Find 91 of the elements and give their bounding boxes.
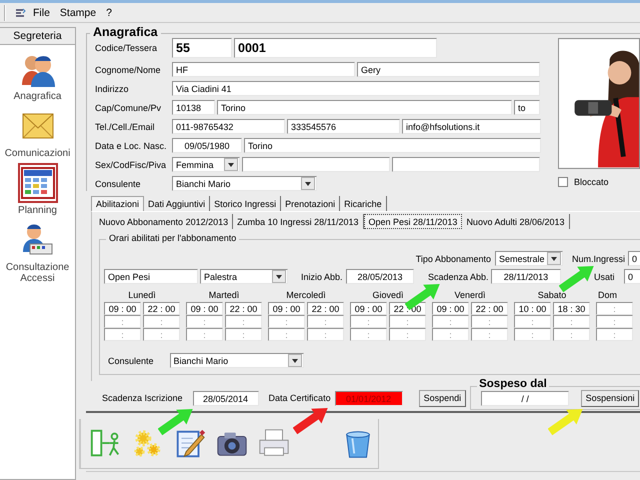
field-label: Tel./Cell./Email (95, 122, 156, 132)
input-field[interactable]: info@hfsolutions.it (402, 119, 541, 134)
field-label: Cognome/Nome (95, 64, 162, 74)
calendar-icon[interactable] (20, 165, 56, 201)
input-field[interactable]: Torino (244, 138, 541, 153)
tab[interactable]: Prenotazioni (281, 196, 340, 211)
day-label: Giovedì (372, 290, 404, 302)
dropdown-field[interactable]: Palestra (200, 269, 288, 284)
field-label: Sex/CodFisc/Piva (95, 160, 168, 170)
tab[interactable]: Storico Ingressi (210, 196, 282, 211)
day-label: Venerdì (454, 290, 486, 302)
field-label: Indirizzo (95, 84, 130, 94)
tab[interactable]: Open Pesi 28/11/2013 (364, 214, 462, 229)
sidebar-item[interactable]: Anagrafica (2, 91, 74, 102)
dropdown-field[interactable]: Femmina (172, 157, 240, 172)
caret-icon[interactable] (272, 270, 286, 283)
day-label: Dom (597, 290, 618, 302)
time-field[interactable]: 09 : 00 (186, 302, 223, 315)
field-label: Data Certificato (268, 393, 331, 403)
field-label: Data e Loc. Nasc. (95, 140, 168, 150)
suspend-button[interactable]: Sospendi (418, 390, 466, 406)
field-label: Consulente (108, 356, 154, 366)
tab[interactable]: Abilitazioni (91, 196, 144, 211)
input-field[interactable]: 09/05/1980 (172, 138, 242, 153)
field-label: Scadenza Abb. (428, 272, 486, 282)
tab[interactable]: Ricariche (340, 196, 387, 211)
input-field[interactable] (392, 157, 540, 172)
input-field[interactable]: 10138 (172, 100, 215, 115)
time-field[interactable]: 18 : 30 (553, 302, 590, 315)
field-label: Tipo Abbonamento (414, 254, 491, 264)
time-field[interactable]: 09 : 00 (350, 302, 387, 315)
suspensions-button[interactable]: Sospensioni (581, 390, 640, 406)
input-field[interactable]: to (514, 100, 540, 115)
time-field[interactable]: 10 : 00 (514, 302, 551, 315)
dropdown-field[interactable]: Bianchi Mario (172, 176, 317, 191)
input-field[interactable]: 0 (624, 269, 640, 284)
input-field[interactable]: 0 (628, 251, 640, 266)
field-label: Codice/Tessera (95, 43, 158, 53)
day-label: Martedì (208, 290, 240, 302)
input-field[interactable]: Via Ciadini 41 (172, 81, 540, 96)
time-field[interactable]: 22 : 00 (143, 302, 180, 315)
day-label: Sabato (538, 290, 566, 302)
sidebar-item[interactable]: Consultazione Accessi (2, 262, 74, 284)
menu-item[interactable]: Stampe (58, 6, 98, 18)
input-field[interactable]: Open Pesi (104, 269, 198, 284)
input-field[interactable]: 28/05/2014 (192, 390, 259, 406)
input-field[interactable]: / / (481, 390, 570, 406)
input-field[interactable]: 011-98765432 (172, 119, 285, 134)
field-label: Scadenza Iscrizione (102, 393, 183, 403)
input-field[interactable]: Gery (357, 62, 540, 77)
input-field[interactable]: 28/11/2013 (491, 269, 561, 284)
sidebar-header: Segreteria (0, 28, 75, 45)
checkbox-label: Bloccato (574, 177, 609, 187)
input-field[interactable]: 0001 (234, 38, 437, 58)
dropdown-field[interactable]: Bianchi Mario (170, 353, 304, 368)
field-label: Cap/Comune/Pv (95, 102, 162, 112)
input-field[interactable]: HF (172, 62, 355, 77)
tab[interactable]: Dati Aggiuntivi (144, 196, 210, 211)
sidebar-item[interactable]: Comunicazioni (2, 148, 74, 159)
field-label: Num.Ingressi (572, 254, 624, 264)
time-field[interactable]: 22 : 00 (307, 302, 344, 315)
input-field[interactable]: Torino (217, 100, 512, 115)
time-field[interactable]: 22 : 00 (225, 302, 262, 315)
time-field[interactable]: 09 : 00 (268, 302, 305, 315)
menu-item[interactable]: ? (105, 6, 113, 18)
field-label: Inizio Abb. (301, 272, 343, 282)
time-field[interactable]: 09 : 00 (104, 302, 141, 315)
group-title: Anagrafica (90, 27, 161, 39)
input-field[interactable]: 28/05/2013 (346, 269, 414, 284)
tab[interactable]: Nuovo Abbonamento 2012/2013 (95, 214, 234, 229)
day-label: Lunedì (128, 290, 156, 302)
field-label: Consulente (95, 178, 142, 188)
caret-icon[interactable] (224, 158, 238, 171)
group-title: Sospeso dal (477, 378, 549, 390)
menu-item[interactable]: File (32, 6, 51, 18)
checkbox[interactable] (558, 177, 568, 187)
tab[interactable]: Nuovo Adulti 28/06/2013 (462, 214, 570, 229)
time-field[interactable]: 22 : 00 (471, 302, 508, 315)
caret-icon[interactable] (288, 354, 302, 367)
sidebar-item[interactable]: Planning (2, 205, 74, 216)
group-title: Orari abilitati per l'abbonamento (106, 233, 240, 243)
input-field[interactable] (242, 157, 390, 172)
day-label: Mercoledì (286, 290, 326, 302)
caret-icon[interactable] (301, 177, 315, 190)
input-field[interactable]: 55 (172, 38, 232, 58)
dropdown-field[interactable]: Semestrale (495, 251, 563, 266)
time-field[interactable]: 09 : 00 (432, 302, 469, 315)
field-label: Usati (594, 272, 614, 282)
input-field[interactable]: 333545576 (287, 119, 400, 134)
app-icon[interactable] (14, 6, 26, 18)
caret-icon[interactable] (547, 252, 561, 265)
